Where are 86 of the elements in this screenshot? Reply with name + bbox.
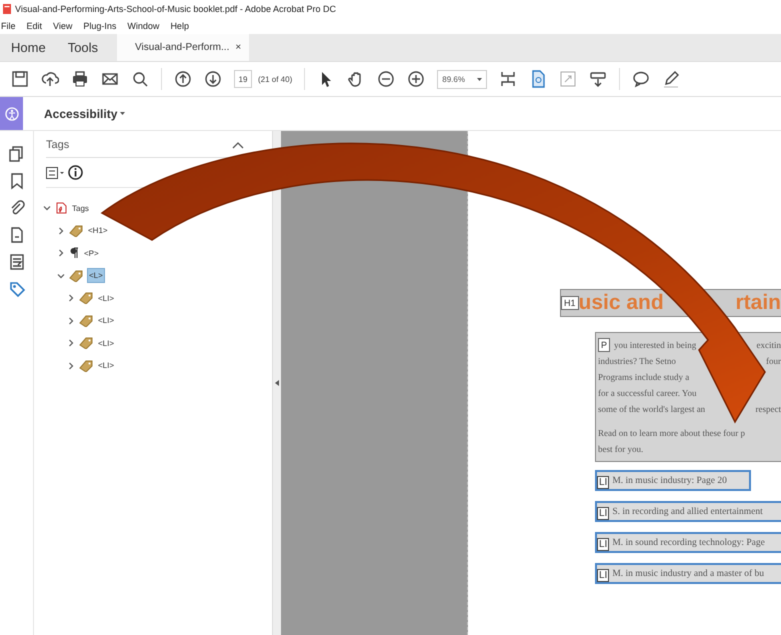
paragraph-text: for a successful career. You [598, 388, 696, 398]
tab[interactable]: Visual-and-Perform... × [117, 34, 250, 61]
tag-label: LI [597, 538, 610, 551]
pdf-icon [3, 4, 11, 14]
tag-icon [69, 224, 83, 237]
layers-icon[interactable] [8, 253, 26, 271]
paragraph-text: excitin [756, 340, 781, 350]
accessibility-icon [4, 106, 18, 120]
page-count: (21 of 40) [258, 74, 292, 84]
zoom-field[interactable]: 89.6% [437, 70, 488, 88]
tag-icon [69, 270, 83, 282]
tag-icon [79, 360, 93, 372]
tag-label[interactable]: <H1> [87, 224, 109, 238]
comment-icon[interactable] [632, 70, 650, 88]
accessibility-menu[interactable]: Accessibility [44, 106, 126, 120]
up-icon[interactable] [174, 70, 192, 88]
menu-item[interactable]: Help [169, 20, 190, 30]
menu-item[interactable]: Edit [26, 20, 44, 30]
menu-item[interactable]: Window [126, 20, 160, 30]
collapse-handle-icon[interactable] [275, 380, 279, 386]
caret-icon [477, 78, 482, 80]
accessibility-tab[interactable] [0, 97, 23, 130]
options-icon[interactable] [46, 166, 64, 178]
tag-label[interactable]: <P> [83, 246, 100, 260]
page-field[interactable]: 19 [234, 70, 252, 88]
menu-item[interactable]: File [0, 20, 17, 30]
save-icon[interactable] [11, 70, 29, 88]
paragraph-text: some of the world's largest an [598, 404, 706, 414]
tag-label: LI [597, 476, 610, 489]
paragraph-text: Programs include study a [598, 372, 690, 382]
tag-label: H1 [561, 296, 579, 310]
paragraph-text: you interested in being [614, 340, 696, 350]
paragraph-text: four [766, 356, 781, 366]
close-icon[interactable] [232, 141, 244, 149]
heading-text: usic and [578, 291, 664, 315]
search-icon[interactable] [131, 70, 149, 88]
tag-icon [79, 337, 93, 350]
chevron-right-icon[interactable] [57, 249, 65, 258]
tag-label[interactable]: <LI> [97, 359, 116, 372]
chevron-right-icon[interactable] [67, 316, 75, 325]
chevron-right-icon[interactable] [67, 294, 75, 302]
down-icon[interactable] [204, 70, 222, 88]
tag-icon [79, 292, 93, 304]
chevron-down-icon[interactable] [57, 272, 65, 280]
info-icon[interactable] [68, 165, 83, 180]
heading-text: rtain [735, 291, 781, 315]
list-item-text: S. in recording and allied entertainment [612, 506, 763, 516]
list-item-text: M. in music industry: Page 20 [612, 476, 727, 486]
close-icon[interactable]: × [235, 42, 242, 53]
chevron-right-icon[interactable] [67, 362, 75, 370]
chevron-right-icon[interactable] [57, 226, 65, 235]
tag-label[interactable]: <L> [87, 268, 105, 284]
tag-label[interactable]: <LI> [97, 314, 116, 328]
pen-icon[interactable] [662, 70, 680, 88]
caret-icon [120, 112, 126, 115]
menu-item[interactable]: View [52, 20, 74, 30]
chevron-right-icon[interactable] [67, 339, 75, 348]
zoom-out-icon[interactable] [377, 70, 396, 88]
tag-label[interactable]: <LI> [97, 292, 116, 305]
print-icon[interactable] [71, 70, 89, 88]
panel-title: Tags [46, 139, 70, 151]
paragraph-text: best for you. [598, 444, 644, 454]
window-title: Visual-and-Performing-Arts-School-of-Music booklet.pdf - Adobe Acrobat Pro DC [15, 4, 336, 14]
list-item-text: M. in sound recording technology: Page [612, 538, 765, 548]
fit-page-icon[interactable] [499, 70, 518, 88]
zoom-in-icon[interactable] [407, 70, 426, 88]
read-mode-icon[interactable] [589, 70, 608, 88]
pages-icon[interactable] [8, 145, 26, 163]
tab[interactable]: Home [0, 34, 57, 61]
list-item-text: M. in music industry and a master of bu [612, 568, 764, 578]
tag-label: P [598, 338, 610, 352]
tag-label: LI [597, 507, 610, 520]
tag-icon [79, 314, 93, 327]
tag-label: LI [597, 569, 610, 582]
upload-icon[interactable] [41, 70, 59, 88]
chevron-down-icon[interactable] [43, 204, 51, 212]
pdf-icon [55, 202, 67, 214]
menu-item[interactable]: Plug-Ins [82, 20, 118, 30]
tag-label[interactable]: <LI> [97, 336, 116, 350]
tab[interactable]: Tools [56, 34, 110, 61]
paragraph-text: respect [756, 404, 781, 414]
paragraph-text: industries? The Setno [598, 356, 676, 366]
tag-label[interactable]: Tags [71, 202, 90, 215]
pilcrow-icon [69, 247, 79, 260]
paragraph-text: Read on to learn more about these four p [598, 428, 745, 438]
tag-icon[interactable] [8, 280, 26, 298]
